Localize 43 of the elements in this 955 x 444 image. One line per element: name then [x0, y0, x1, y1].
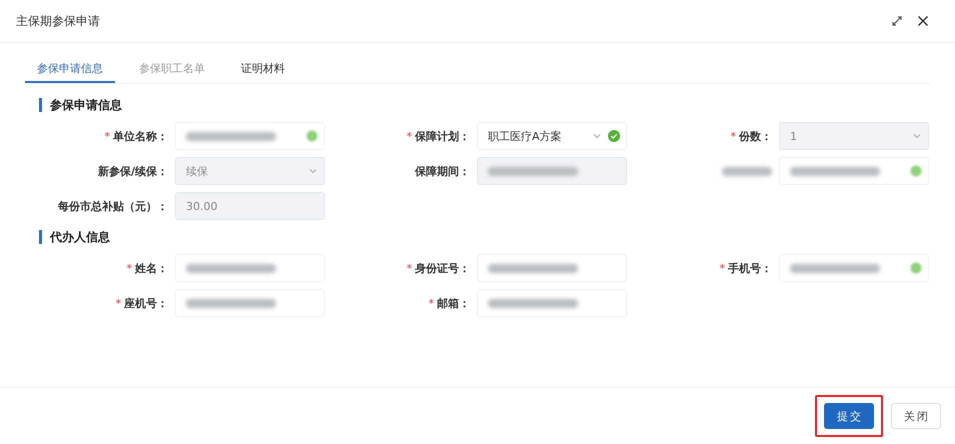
- required-mark: *: [428, 296, 434, 310]
- dialog-title: 主保期参保申请: [16, 12, 100, 30]
- field-label: 保障期间：: [415, 164, 470, 178]
- close-button[interactable]: 关闭: [891, 403, 941, 429]
- field-value: 1: [790, 130, 798, 142]
- input-field[interactable]: [779, 254, 929, 282]
- maximize-icon[interactable]: [891, 15, 903, 27]
- required-mark: *: [730, 130, 736, 142]
- field-label: 单位名称：: [113, 128, 168, 144]
- field-label: 每份市总补贴（元）：: [58, 198, 168, 214]
- required-mark: *: [126, 262, 132, 274]
- chevron-down-icon: [912, 131, 922, 141]
- submit-button[interactable]: 提交: [824, 403, 874, 429]
- input-field[interactable]: [477, 254, 627, 282]
- required-mark: *: [104, 130, 110, 142]
- select-field[interactable]: 职工医疗A方案: [477, 122, 627, 150]
- input-field[interactable]: [175, 289, 325, 317]
- input-field[interactable]: [175, 254, 325, 282]
- input-field[interactable]: [477, 289, 627, 317]
- field-label: 手机号：: [728, 260, 772, 276]
- required-mark: *: [720, 262, 725, 274]
- section-title: 参保申请信息: [50, 96, 122, 114]
- section-title: 代办人信息: [50, 228, 110, 246]
- required-mark: *: [116, 296, 121, 310]
- tab[interactable]: 参保申请信息: [25, 55, 115, 83]
- input-field[interactable]: [175, 122, 325, 150]
- required-mark: *: [406, 262, 412, 274]
- field-label: 姓名：: [135, 260, 168, 276]
- field-label: 座机号：: [124, 296, 168, 310]
- field-label: 邮箱：: [437, 296, 470, 310]
- field-value: 续保: [186, 164, 209, 178]
- chevron-down-icon: [592, 131, 602, 141]
- field-label: 份数：: [739, 128, 772, 144]
- required-mark: *: [406, 130, 412, 142]
- field-label: 保障计划：: [415, 128, 470, 144]
- close-icon[interactable]: [917, 15, 929, 27]
- chevron-down-icon: [308, 166, 318, 176]
- field-label: 身份证号：: [415, 260, 470, 276]
- input-field[interactable]: [779, 157, 929, 185]
- field-value: 职工医疗A方案: [488, 128, 563, 144]
- field-value: 30.00: [186, 200, 218, 212]
- field-label: 新参保/续保：: [98, 164, 168, 178]
- tab[interactable]: 证明材料: [229, 55, 297, 83]
